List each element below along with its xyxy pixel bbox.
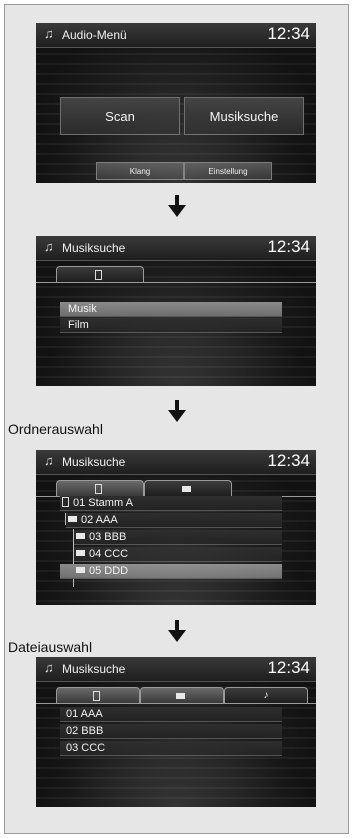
screen-title: Musiksuche [62, 241, 126, 255]
title-bar: ♫ Musiksuche 12:34 [36, 450, 316, 475]
folder-selection-screen: ♫ Musiksuche 12:34 01 Stamm A 02 AAA 03 … [36, 450, 316, 605]
music-note-icon: ♫ [44, 239, 54, 254]
down-arrow-icon [167, 195, 187, 219]
audio-menu-screen: ♫ Audio-Menü 12:34 Scan Musiksuche Klang… [36, 23, 316, 183]
list-item[interactable]: Film [60, 318, 282, 333]
title-bar: ♫ Audio-Menü 12:34 [36, 23, 316, 48]
screen-title: Musiksuche [62, 662, 126, 676]
folder-row-label: 04 CCC [89, 548, 129, 560]
down-arrow-icon [167, 400, 187, 424]
section-label-ordnerauswahl: Ordnerauswahl [8, 421, 103, 437]
folder-row[interactable]: 02 AAA [66, 513, 282, 528]
clock: 12:34 [267, 658, 310, 677]
folder-row[interactable]: 03 BBB [74, 530, 282, 545]
file-selection-screen: ♫ Musiksuche 12:34 ♪ 01 AAA 02 BBB 03 CC… [36, 657, 316, 807]
einstellung-button[interactable]: Einstellung [184, 162, 272, 180]
folder-icon [68, 516, 77, 522]
list-item[interactable]: Musik [60, 302, 282, 317]
folder-row[interactable]: 05 DDD [60, 564, 282, 579]
usb-icon [94, 269, 102, 280]
tab-bar [36, 266, 316, 283]
clock: 12:34 [267, 237, 310, 256]
usb-icon [94, 483, 102, 494]
title-bar: ♫ Musiksuche 12:34 [36, 657, 316, 682]
folder-row[interactable]: 04 CCC [74, 547, 282, 562]
scan-button[interactable]: Scan [60, 97, 180, 135]
folder-icon [76, 567, 85, 573]
musiksuche-screen: ♫ Musiksuche 12:34 Musik Film [36, 236, 316, 386]
usb-icon [92, 690, 100, 701]
down-arrow-icon [167, 620, 187, 644]
title-bar: ♫ Musiksuche 12:34 [36, 236, 316, 261]
folder-icon [76, 533, 85, 539]
clock: 12:34 [267, 451, 310, 470]
screen-title: Musiksuche [62, 455, 126, 469]
folder-icon [76, 550, 85, 556]
tab-folder[interactable] [144, 480, 232, 496]
music-note-icon: ♪ [263, 690, 269, 701]
file-row[interactable]: 03 CCC [60, 741, 282, 756]
music-note-icon: ♫ [44, 660, 54, 675]
folder-icon [175, 692, 185, 699]
klang-button[interactable]: Klang [96, 162, 184, 180]
folder-row-label: 01 Stamm A [73, 497, 133, 509]
file-row[interactable]: 01 AAA [60, 707, 282, 722]
tab-bar [36, 480, 316, 497]
music-note-icon: ♫ [44, 453, 54, 468]
tab-usb[interactable] [56, 687, 140, 703]
file-row[interactable]: 02 BBB [60, 724, 282, 739]
tab-usb[interactable] [56, 266, 144, 282]
tab-bar: ♪ [36, 687, 316, 704]
music-note-icon: ♫ [44, 26, 54, 41]
folder-row-label: 02 AAA [81, 514, 118, 526]
folder-row-label: 05 DDD [89, 565, 129, 577]
folder-row-label: 03 BBB [89, 531, 127, 543]
clock: 12:34 [267, 24, 310, 43]
tab-folder[interactable] [140, 687, 224, 703]
tab-usb[interactable] [56, 480, 144, 496]
screen-title: Audio-Menü [62, 28, 127, 42]
section-label-dateiauswahl: Dateiauswahl [8, 639, 93, 655]
musiksuche-button[interactable]: Musiksuche [184, 97, 304, 135]
usb-icon [62, 497, 69, 507]
folder-icon [181, 485, 191, 492]
tab-music[interactable]: ♪ [224, 687, 308, 703]
folder-row[interactable]: 01 Stamm A [60, 496, 282, 511]
